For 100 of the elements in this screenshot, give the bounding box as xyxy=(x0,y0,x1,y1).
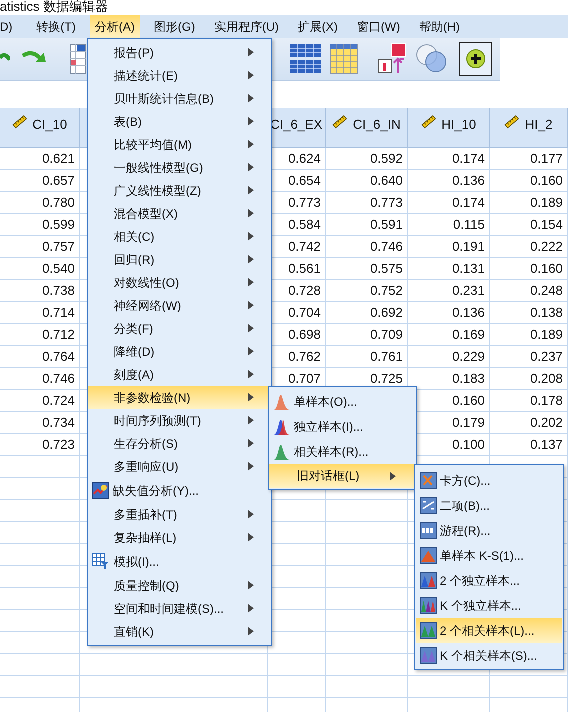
table-cell: 0.757 xyxy=(0,236,80,258)
venn-diagram-icon[interactable] xyxy=(415,43,449,75)
submenu-arrow-icon xyxy=(248,278,254,287)
table-cell: 0.237 xyxy=(490,346,568,368)
statistic-tile-icon xyxy=(420,597,437,614)
menu-bar-item[interactable]: D) xyxy=(0,15,23,38)
menu-bar-item[interactable]: 扩展(X) xyxy=(293,15,343,38)
spreadsheet-icon[interactable] xyxy=(330,44,358,74)
submenu-arrow-icon xyxy=(248,48,254,57)
submenu-arrow-icon xyxy=(248,163,254,172)
submenu-arrow-icon xyxy=(248,186,254,195)
submenu-arrow-icon xyxy=(248,347,254,356)
submenu-arrow-icon xyxy=(248,255,254,264)
menu-item[interactable]: 时间序列预测(T) xyxy=(88,409,271,432)
menu-item[interactable]: 质量控制(Q) xyxy=(88,574,271,597)
table-cell: 0.764 xyxy=(0,346,80,368)
table-cell: 0.761 xyxy=(326,346,408,368)
menu-bar-item[interactable]: 分析(A) xyxy=(90,15,140,38)
menu-item[interactable]: 降维(D) xyxy=(88,340,271,363)
menu-item[interactable]: 游程(R)... xyxy=(416,518,562,543)
menu-item[interactable]: 混合模型(X) xyxy=(88,202,271,225)
menu-item[interactable]: 分类(F) xyxy=(88,317,271,340)
window-title: atistics 数据编辑器 xyxy=(0,0,110,15)
menu-item[interactable]: 复杂抽样(L) xyxy=(88,526,271,549)
menu-item[interactable]: 广义线性模型(Z) xyxy=(88,179,271,202)
submenu-arrow-icon xyxy=(248,510,254,519)
menu-item[interactable]: 一般线性模型(G) xyxy=(88,156,271,179)
menu-item[interactable]: K 个独立样本... xyxy=(416,593,562,618)
table-cell: 0.780 xyxy=(0,192,80,214)
table-cell: 0.115 xyxy=(408,214,490,236)
table-grid-icon[interactable] xyxy=(70,44,86,74)
table-cell: 0.773 xyxy=(326,192,408,214)
table-cell: 0.178 xyxy=(490,390,568,412)
menu-item[interactable]: 多重插补(T) xyxy=(88,503,271,526)
table-cell: 0.723 xyxy=(0,434,80,456)
table-cell: 0.131 xyxy=(408,258,490,280)
menu-item[interactable]: 多重响应(U) xyxy=(88,455,271,478)
menu-item[interactable]: 直销(K) xyxy=(88,620,271,643)
table-cell: 0.709 xyxy=(326,324,408,346)
menu-item[interactable]: 2 个独立样本... xyxy=(416,568,562,593)
table-cell: 0.174 xyxy=(408,192,490,214)
submenu-arrow-icon xyxy=(248,604,254,613)
column-header[interactable]: HI_10 xyxy=(408,108,490,148)
menu-item[interactable]: 模拟(I)... xyxy=(88,549,271,574)
column-header[interactable]: HI_2 xyxy=(490,108,568,148)
menu-item[interactable]: K 个相关样本(S)... xyxy=(416,643,562,668)
table-cell: 0.222 xyxy=(490,236,568,258)
menu-item[interactable]: 刻度(A) xyxy=(88,363,271,386)
statistic-tile-icon xyxy=(420,497,437,514)
table-cell: 0.189 xyxy=(490,192,568,214)
table-cell: 0.657 xyxy=(0,170,80,192)
menu-item[interactable]: 单样本 K-S(1)... xyxy=(416,543,562,568)
menu-bar-item[interactable]: 图形(G) xyxy=(149,15,200,38)
submenu-arrow-icon xyxy=(248,370,254,379)
menu-item[interactable]: 神经网络(W) xyxy=(88,294,271,317)
menu-bar-item[interactable]: 转换(T) xyxy=(32,15,81,38)
table-cell: 0.231 xyxy=(408,280,490,302)
menu-item[interactable]: 表(B) xyxy=(88,110,271,133)
table-cell: 0.738 xyxy=(0,280,80,302)
missing-values-icon xyxy=(92,482,109,499)
menu-item[interactable]: 贝叶斯统计信息(B) xyxy=(88,87,271,110)
table-cell: 0.752 xyxy=(326,280,408,302)
table-icon[interactable] xyxy=(290,44,322,74)
table-cell: 0.575 xyxy=(326,258,408,280)
menu-item[interactable]: 卡方(C)... xyxy=(416,468,562,493)
empty-cell xyxy=(268,676,326,698)
menu-item[interactable]: 旧对话框(L) xyxy=(269,464,416,488)
table-cell: 0.734 xyxy=(0,412,80,434)
statistic-tile-icon xyxy=(420,622,437,639)
bell-curve-icon xyxy=(273,392,291,410)
menu-item[interactable]: 比较平均值(M) xyxy=(88,133,271,156)
column-header[interactable]: CI_6_IN xyxy=(326,108,408,148)
menu-bar-item[interactable]: 窗口(W) xyxy=(352,15,406,38)
menu-item[interactable]: 生存分析(S) xyxy=(88,432,271,455)
table-cell: 0.177 xyxy=(490,148,568,170)
menu-item[interactable]: 回归(R) xyxy=(88,248,271,271)
table-cell: 0.189 xyxy=(490,324,568,346)
menu-item[interactable]: 空间和时间建模(S)... xyxy=(88,597,271,620)
add-button[interactable] xyxy=(459,42,492,76)
menu-item[interactable]: 非参数检验(N) xyxy=(88,386,271,409)
submenu-arrow-icon xyxy=(248,439,254,448)
menu-item[interactable]: 对数线性(O) xyxy=(88,271,271,294)
submenu-arrow-icon xyxy=(248,581,254,590)
submenu-arrow-icon xyxy=(248,324,254,333)
menu-item[interactable]: 报告(P) xyxy=(88,41,271,64)
menu-item[interactable]: 二项(B)... xyxy=(416,493,562,518)
menu-bar-item[interactable]: 实用程序(U) xyxy=(209,15,284,38)
menu-bar-item[interactable]: 帮助(H) xyxy=(414,15,465,38)
statistic-tile-icon xyxy=(420,522,437,539)
menu-item[interactable]: 2 个相关样本(L)... xyxy=(416,618,562,643)
bell-curve-icon xyxy=(273,442,291,460)
menu-item[interactable]: 相关(C) xyxy=(88,225,271,248)
column-header[interactable]: CI_10 xyxy=(0,108,80,148)
statistic-tile-icon xyxy=(420,547,437,564)
submenu-arrow-icon xyxy=(248,301,254,310)
table-cell: 0.746 xyxy=(0,368,80,390)
table-cell: 0.712 xyxy=(0,324,80,346)
table-cell: 0.138 xyxy=(490,302,568,324)
menu-item[interactable]: 描述统计(E) xyxy=(88,64,271,87)
table-cell: 0.208 xyxy=(490,368,568,390)
